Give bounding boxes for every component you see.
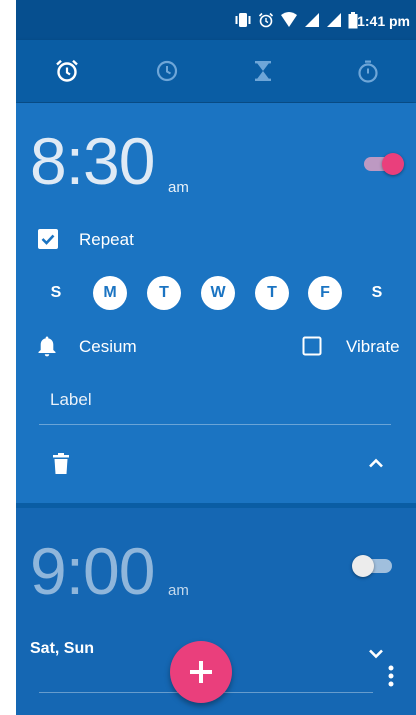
repeat-label: Repeat [79,230,134,249]
plus-icon [190,661,212,683]
alarm-enabled-toggle[interactable] [360,153,404,175]
alarm-ampm: am [168,582,189,599]
alarm-days-summary: Sat, Sun [30,640,95,657]
day-tuesday[interactable]: T [147,276,181,310]
status-icons [234,11,358,29]
clock-icon [156,60,178,82]
repeat-checkbox[interactable] [37,228,59,250]
alarm-icon [56,59,78,82]
status-time: 1:41 pm [357,13,410,29]
day-thursday[interactable]: T [255,276,289,310]
label-underline [39,424,391,425]
bell-icon [38,336,56,357]
day-wednesday[interactable]: W [201,276,235,310]
signal-icon [305,13,319,27]
tab-alarm[interactable] [45,52,89,90]
tab-clock[interactable] [145,52,189,90]
add-alarm-button[interactable] [170,641,232,703]
alarm-label-field[interactable]: Label [50,390,92,410]
day-saturday[interactable]: S [364,284,390,302]
day-friday[interactable]: F [308,276,342,310]
alarm-status-icon [258,12,274,28]
more-options-icon[interactable] [383,663,399,689]
alarm-time[interactable]: 9:00 [30,533,155,609]
alarm-card-expanded[interactable]: 8:30 am Repeat S M T W T F S Cesium Vibr… [16,103,416,503]
signal-icon [327,13,341,27]
alarm-enabled-toggle[interactable] [352,555,396,577]
alarm-time[interactable]: 8:30 [30,123,155,199]
status-bar: 1:41 pm [16,0,416,40]
stopwatch-icon [358,60,378,83]
alarm-ampm: am [168,179,189,196]
day-sunday[interactable]: S [43,284,69,302]
tab-timer[interactable] [241,52,285,90]
ringtone-name[interactable]: Cesium [79,337,137,357]
tab-bar [16,40,416,102]
wifi-icon [281,12,297,27]
day-monday[interactable]: M [93,276,127,310]
vibrate-label: Vibrate [346,337,400,356]
vibrate-icon [235,13,251,27]
clock-app: 1:41 pm 8:30 am Repeat S M T W T F S Ces… [16,0,416,715]
vibrate-checkbox[interactable] [302,336,322,356]
collapse-chevron-icon[interactable] [367,457,385,469]
tab-stopwatch[interactable] [346,52,390,90]
timer-icon [255,61,271,81]
expand-chevron-icon[interactable] [367,648,385,660]
delete-icon[interactable] [52,453,70,475]
